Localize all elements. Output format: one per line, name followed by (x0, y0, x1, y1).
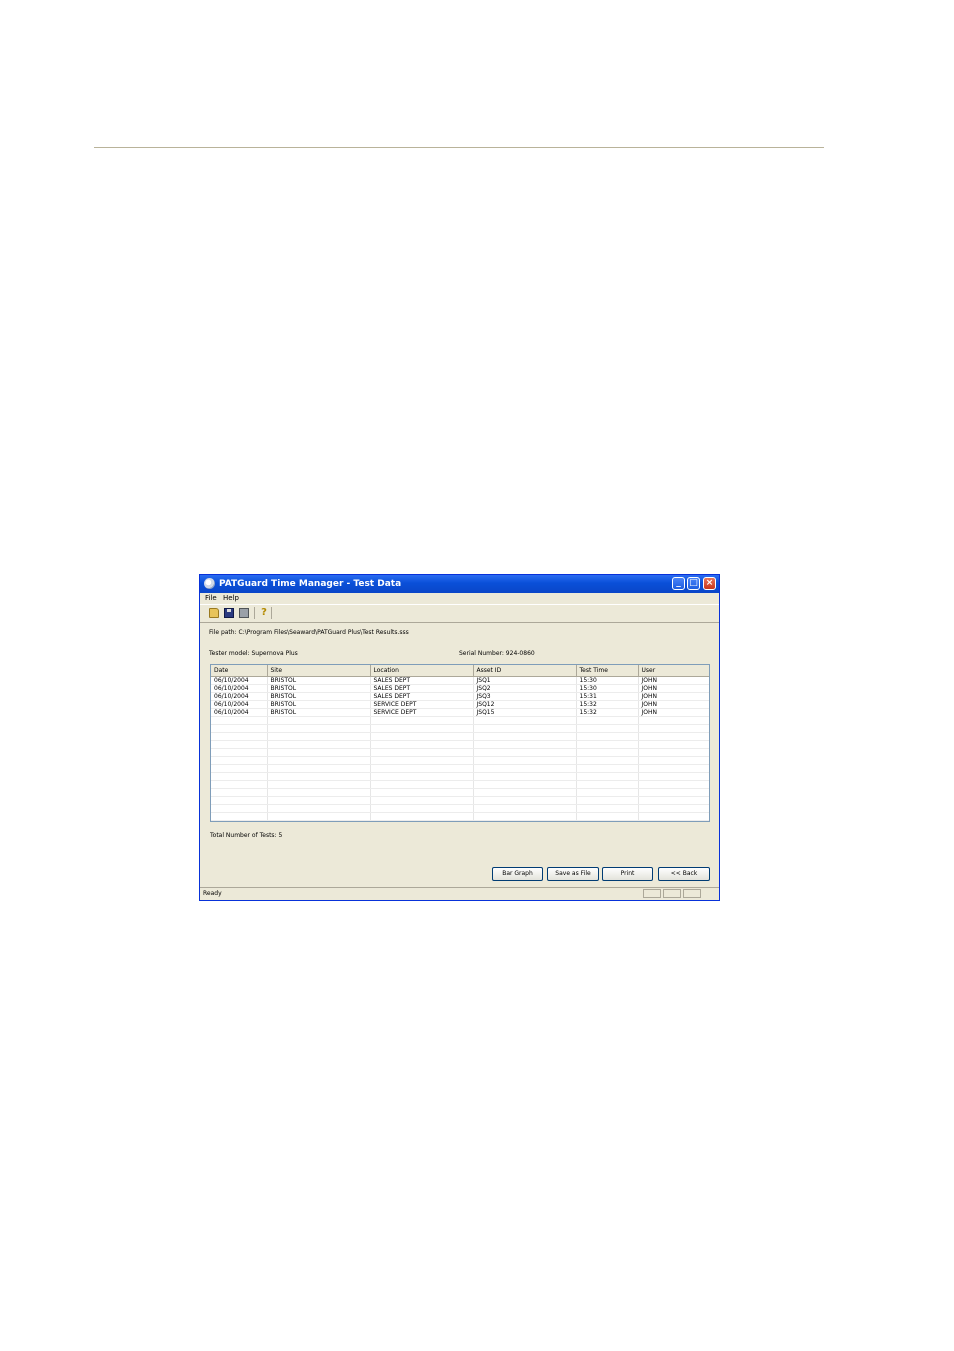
cell-user: JOHN (638, 708, 709, 717)
status-text: Ready (203, 890, 222, 897)
cell-date: 06/10/2004 (211, 708, 268, 717)
empty-row (211, 820, 709, 821)
cell-test-time: 15:32 (576, 708, 639, 717)
empty-row (211, 780, 709, 789)
status-pane (663, 889, 681, 898)
test-data-window: PATGuard Time Manager - Test Data _ □ × … (199, 574, 720, 901)
title-bar[interactable]: PATGuard Time Manager - Test Data _ □ × (200, 575, 719, 593)
cell-site: BRISTOL (267, 700, 371, 709)
cell-site: BRISTOL (267, 684, 371, 693)
cell-date: 06/10/2004 (211, 684, 268, 693)
empty-row (211, 732, 709, 741)
cell-asset-id: JSQ15 (473, 708, 577, 717)
cell-site: BRISTOL (267, 708, 371, 717)
empty-row (211, 804, 709, 813)
table-row[interactable]: 06/10/2004 BRISTOL SALES DEPT JSQ3 15:31… (211, 692, 709, 701)
column-header-date[interactable]: Date (211, 665, 268, 677)
save-as-file-button[interactable]: Save as File (547, 867, 599, 881)
cell-user: JOHN (638, 684, 709, 693)
cell-asset-id: JSQ2 (473, 684, 577, 693)
help-icon[interactable]: ? (260, 608, 268, 618)
cell-test-time: 15:31 (576, 692, 639, 701)
cell-site: BRISTOL (267, 676, 371, 685)
column-header-user[interactable]: User (638, 665, 709, 677)
back-button[interactable]: << Back (658, 867, 710, 881)
cell-asset-id: JSQ1 (473, 676, 577, 685)
table-row[interactable]: 06/10/2004 BRISTOL SALES DEPT JSQ1 15:30… (211, 676, 709, 685)
table-row[interactable]: 06/10/2004 BRISTOL SALES DEPT JSQ2 15:30… (211, 684, 709, 693)
cell-date: 06/10/2004 (211, 692, 268, 701)
toolbar: ? (200, 604, 719, 623)
empty-row (211, 724, 709, 733)
test-results-table[interactable]: Date Site Location Asset ID Test Time Us… (210, 664, 710, 822)
resize-grip-icon[interactable] (703, 889, 717, 898)
menu-bar: File Help (200, 593, 719, 604)
cell-asset-id: JSQ3 (473, 692, 577, 701)
empty-row (211, 796, 709, 805)
cell-location: SERVICE DEPT (370, 708, 474, 717)
menu-help[interactable]: Help (223, 593, 239, 604)
toolbar-separator (254, 607, 255, 619)
cell-user: JOHN (638, 676, 709, 685)
column-header-asset-id[interactable]: Asset ID (473, 665, 577, 677)
app-logo-icon (204, 578, 215, 589)
minimize-button[interactable]: _ (672, 577, 685, 590)
cell-site: BRISTOL (267, 692, 371, 701)
save-disk-icon[interactable] (224, 608, 234, 618)
cell-user: JOHN (638, 700, 709, 709)
status-pane (643, 889, 661, 898)
cell-location: SERVICE DEPT (370, 700, 474, 709)
bar-graph-button[interactable]: Bar Graph (492, 867, 543, 881)
table-header-row: Date Site Location Asset ID Test Time Us… (211, 665, 709, 677)
cell-test-time: 15:30 (576, 676, 639, 685)
column-header-test-time[interactable]: Test Time (576, 665, 639, 677)
table-row[interactable]: 06/10/2004 BRISTOL SERVICE DEPT JSQ15 15… (211, 708, 709, 717)
cell-test-time: 15:30 (576, 684, 639, 693)
open-folder-icon[interactable] (209, 608, 219, 618)
menu-file[interactable]: File (205, 593, 217, 604)
serial-number-label: Serial Number: 924-0860 (459, 650, 535, 657)
cell-location: SALES DEPT (370, 676, 474, 685)
cell-location: SALES DEPT (370, 684, 474, 693)
status-pane (683, 889, 701, 898)
table-row[interactable]: 06/10/2004 BRISTOL SERVICE DEPT JSQ12 15… (211, 700, 709, 709)
close-button[interactable]: × (703, 577, 716, 590)
print-icon[interactable] (239, 608, 249, 618)
cell-asset-id: JSQ12 (473, 700, 577, 709)
empty-row (211, 716, 709, 725)
empty-row (211, 740, 709, 749)
column-header-location[interactable]: Location (370, 665, 474, 677)
empty-row (211, 756, 709, 765)
page-divider-rule (94, 147, 824, 148)
status-bar: Ready (200, 887, 719, 900)
print-button[interactable]: Print (602, 867, 653, 881)
empty-row (211, 748, 709, 757)
empty-row (211, 812, 709, 821)
total-tests-label: Total Number of Tests: 5 (210, 832, 283, 839)
empty-row (211, 764, 709, 773)
maximize-button[interactable]: □ (687, 577, 700, 590)
empty-row (211, 788, 709, 797)
empty-row (211, 772, 709, 781)
cell-date: 06/10/2004 (211, 700, 268, 709)
cell-user: JOHN (638, 692, 709, 701)
cell-date: 06/10/2004 (211, 676, 268, 685)
toolbar-separator (271, 607, 272, 619)
window-title: PATGuard Time Manager - Test Data (219, 579, 402, 589)
cell-location: SALES DEPT (370, 692, 474, 701)
cell-test-time: 15:32 (576, 700, 639, 709)
tester-model-label: Tester model: Supernova Plus (209, 650, 298, 657)
file-path-label: File path: C:\Program Files\Seaward\PATG… (209, 629, 409, 636)
column-header-site[interactable]: Site (267, 665, 371, 677)
